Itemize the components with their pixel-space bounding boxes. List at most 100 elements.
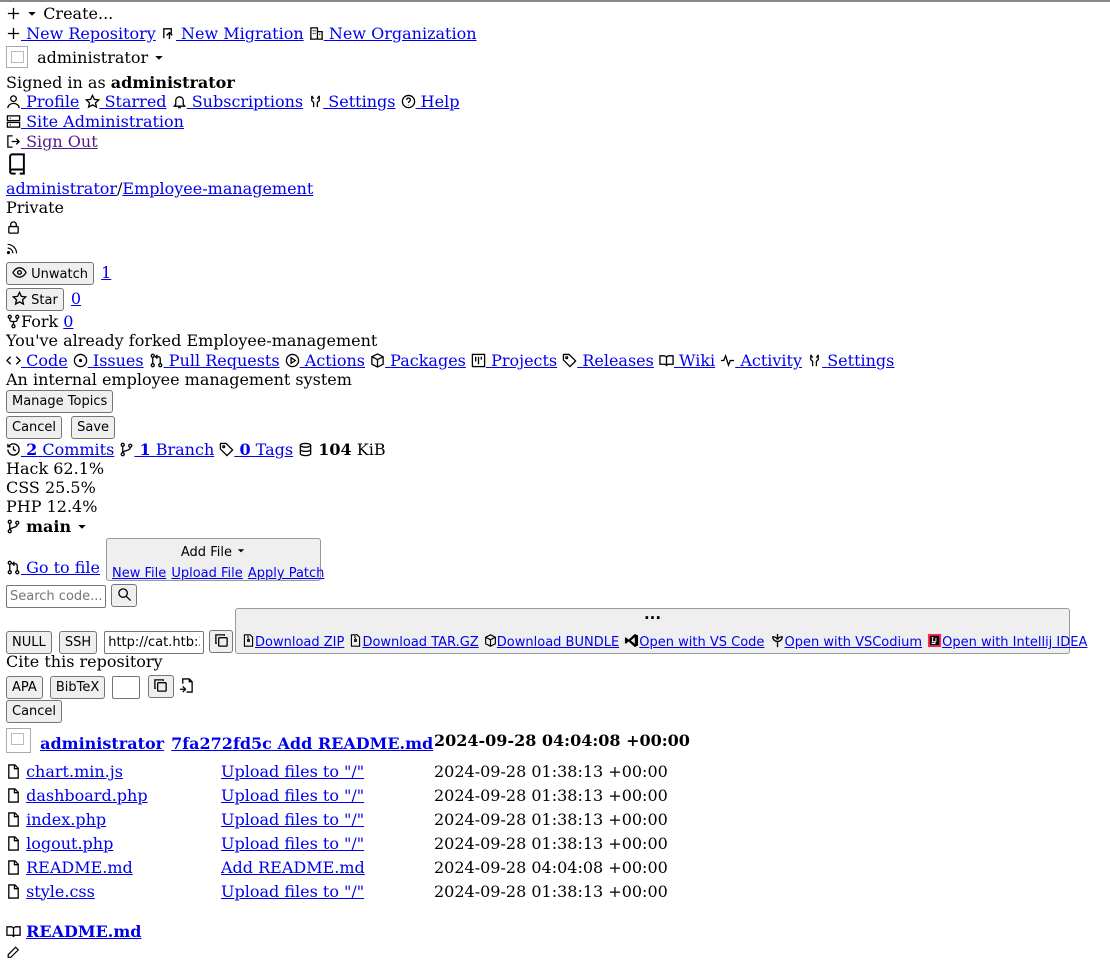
clone-url-input[interactable] — [104, 631, 205, 654]
file-commit-link[interactable]: Upload files to "/" — [221, 810, 364, 829]
new-repository-link[interactable]: New Repository — [6, 24, 156, 43]
file-name-link[interactable]: README.md — [26, 858, 133, 877]
file-icon — [8, 763, 19, 779]
cite-apa-button[interactable]: APA — [6, 676, 43, 699]
file-row: dashboard.php Upload files to "/" 2024-09-… — [6, 783, 668, 807]
new-file-link[interactable]: New File — [112, 566, 166, 581]
clone-null-button[interactable]: NULL — [6, 631, 52, 654]
apply-patch-link[interactable]: Apply Patch — [248, 566, 325, 581]
commit-sha-link[interactable]: 7fa272fd5c Add README.md — [171, 734, 433, 753]
profile-link[interactable]: Profile — [6, 92, 79, 111]
tab-code[interactable]: Code — [6, 351, 68, 370]
file-name-link[interactable]: chart.min.js — [26, 762, 123, 781]
file-name-link[interactable]: dashboard.php — [26, 786, 147, 805]
rss-icon — [6, 243, 18, 255]
file-commit-link[interactable]: Upload files to "/" — [221, 882, 364, 901]
add-file-toggle[interactable]: Add File — [107, 543, 320, 562]
star-button[interactable]: Star — [6, 288, 64, 311]
branch-selector[interactable]: main — [6, 517, 88, 536]
repo-stats: 2 Commits 1 Branch 0 Tags 104 KiB — [6, 440, 386, 459]
search-icon — [117, 588, 131, 602]
file-name-link[interactable]: logout.php — [26, 834, 113, 853]
file-commit-link[interactable]: Upload files to "/" — [221, 834, 364, 853]
tab-actions[interactable]: Actions — [285, 351, 365, 370]
tab-releases[interactable]: Releases — [562, 351, 654, 370]
commit-author-link[interactable]: administrator — [40, 734, 164, 753]
watchers-count-link[interactable]: 1 — [101, 263, 111, 282]
edit-readme-button[interactable] — [6, 943, 20, 962]
download-zip-link[interactable]: Download ZIP — [242, 634, 344, 650]
tab-issues[interactable]: Issues — [73, 351, 144, 370]
manage-topics-button[interactable]: Manage Topics — [6, 390, 114, 413]
readme-link[interactable]: README.md — [26, 922, 141, 941]
add-file-dropdown[interactable]: Add File New File Upload File Apply Patc… — [106, 538, 324, 581]
file-zip-icon — [243, 634, 254, 647]
cite-title: Cite this repository — [6, 652, 163, 671]
repo-owner-link[interactable]: administrator — [6, 179, 117, 198]
download-targz-link[interactable]: Download TAR.GZ — [349, 634, 479, 650]
search-button[interactable] — [111, 584, 138, 607]
file-commit-link[interactable]: Add README.md — [221, 858, 365, 877]
tab-activity[interactable]: Activity — [720, 351, 802, 370]
starred-link[interactable]: Starred — [84, 92, 167, 111]
tags-link[interactable]: 0 Tags — [219, 440, 293, 459]
sign-out-link[interactable]: Sign Out — [6, 132, 98, 151]
forks-count-link[interactable]: 0 — [63, 312, 73, 331]
user-menu-toggle[interactable]: administrator — [6, 46, 165, 68]
package-icon — [371, 353, 384, 368]
repo-size: 104 KiB — [298, 440, 386, 459]
topics-cancel-button[interactable]: Cancel — [6, 416, 63, 439]
package-icon — [484, 634, 496, 647]
tab-pull-requests[interactable]: Pull Requests — [149, 351, 280, 370]
topics-save-button[interactable]: Save — [71, 416, 116, 439]
go-to-file-link[interactable]: Go to file — [6, 558, 100, 577]
code-icon — [6, 356, 21, 365]
tab-packages[interactable]: Packages — [370, 351, 466, 370]
file-commit-date: 2024-09-28 01:38:13 +00:00 — [434, 881, 668, 901]
repo-tabs: Code Issues Pull Requests Actions Packag… — [6, 351, 894, 370]
download-bundle-link[interactable]: Download BUNDLE — [484, 634, 619, 650]
file-commit-link[interactable]: Upload files to "/" — [221, 786, 364, 805]
copy-clone-url-button[interactable] — [209, 630, 234, 653]
help-link[interactable]: Help — [401, 92, 459, 111]
readme-header: README.md — [6, 922, 141, 941]
open-intellij-link[interactable]: Open with Intellij IDEA — [927, 633, 1087, 650]
tab-projects[interactable]: Projects — [471, 351, 557, 370]
new-organization-link[interactable]: New Organization — [309, 24, 477, 43]
site-administration-link[interactable]: Site Administration — [6, 112, 184, 131]
tab-wiki[interactable]: Wiki — [659, 351, 715, 370]
commits-link[interactable]: 2 Commits — [6, 440, 114, 459]
commit-author-avatar — [6, 728, 31, 753]
unwatch-button[interactable]: Unwatch — [6, 262, 94, 285]
search-code-input[interactable] — [6, 585, 106, 608]
file-commit-link[interactable]: Upload files to "/" — [221, 762, 364, 781]
create-menu[interactable]: Create... — [6, 4, 113, 23]
branches-link[interactable]: 1 Branch — [119, 440, 214, 459]
file-name-link[interactable]: index.php — [26, 810, 106, 829]
subscriptions-link[interactable]: Subscriptions — [172, 92, 303, 111]
citation-input[interactable] — [112, 676, 141, 699]
latest-commit: administrator 7fa272fd5c Add README.md — [6, 728, 433, 753]
clone-ssh-button[interactable]: SSH — [58, 631, 98, 654]
file-name-link[interactable]: style.css — [26, 882, 95, 901]
new-migration-link[interactable]: New Migration — [161, 24, 304, 43]
upload-file-link[interactable]: Upload File — [171, 566, 242, 581]
cite-cancel-button[interactable]: Cancel — [6, 700, 63, 723]
file-commit-date: 2024-09-28 01:38:13 +00:00 — [434, 785, 668, 805]
tools-icon — [810, 354, 820, 367]
issue-icon — [73, 353, 88, 368]
repo-name-link[interactable]: Employee-management — [122, 179, 313, 198]
file-icon — [8, 835, 19, 851]
open-citation-button[interactable] — [179, 676, 194, 695]
chevron-down-icon — [155, 56, 163, 60]
open-vscode-link[interactable]: Open with VS Code — [624, 633, 764, 650]
download-dropdown[interactable]: ··· Download ZIP Download TAR.GZ Downloa… — [235, 608, 1087, 654]
stars-count-link[interactable]: 0 — [71, 289, 81, 308]
more-icon[interactable]: ··· — [236, 609, 1069, 628]
cite-bibtex-button[interactable]: BibTeX — [49, 676, 106, 699]
copy-citation-button[interactable] — [147, 675, 174, 698]
rss-feed-link[interactable] — [6, 239, 19, 258]
tab-settings[interactable]: Settings — [807, 351, 894, 370]
open-vscodium-link[interactable]: Open with VSCodium — [770, 633, 922, 650]
settings-link[interactable]: Settings — [308, 92, 395, 111]
